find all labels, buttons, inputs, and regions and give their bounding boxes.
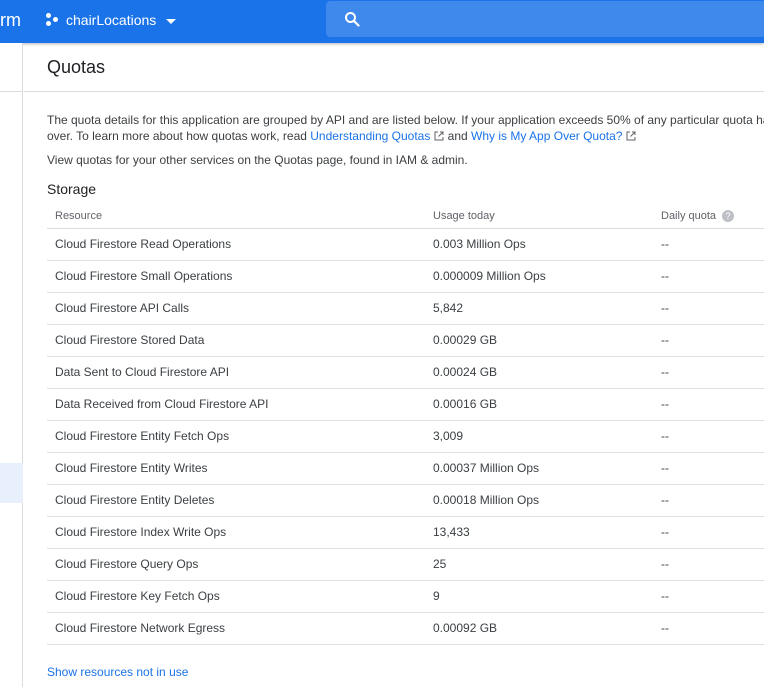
usage-cell: 25 bbox=[425, 548, 653, 581]
page-header: Quotas bbox=[24, 43, 764, 92]
usage-cell: 0.00029 GB bbox=[425, 324, 653, 357]
left-nav-rail bbox=[0, 43, 23, 687]
note-prefix: View quotas for your other services on t… bbox=[47, 153, 275, 167]
resource-cell: Cloud Firestore Entity Writes bbox=[47, 452, 425, 485]
resource-cell: Data Received from Cloud Firestore API bbox=[47, 388, 425, 421]
table-row: Cloud Firestore Network Egress 0.00092 GB… bbox=[47, 612, 764, 645]
quota-cell: -- bbox=[653, 420, 764, 453]
resource-cell: Cloud Firestore Key Fetch Ops bbox=[47, 580, 425, 613]
usage-cell: 0.00016 GB bbox=[425, 388, 653, 421]
resource-cell: Cloud Firestore Entity Fetch Ops bbox=[47, 420, 425, 453]
table-row: Cloud Firestore Stored Data 0.00029 GB -- bbox=[47, 324, 764, 357]
quota-cell: -- bbox=[653, 228, 764, 261]
external-link-icon bbox=[434, 131, 444, 141]
intro-line-1: The quota details for this application a… bbox=[47, 113, 764, 127]
header-usage-today: Usage today bbox=[425, 205, 653, 229]
table-row: Cloud Firestore Key Fetch Ops 9 -- bbox=[47, 580, 764, 613]
quota-cell: -- bbox=[653, 612, 764, 645]
usage-cell: 0.00024 GB bbox=[425, 356, 653, 389]
intro-paragraph: The quota details for this application a… bbox=[47, 112, 764, 144]
search-icon bbox=[345, 12, 360, 27]
table-row: Data Sent to Cloud Firestore API 0.00024 … bbox=[47, 356, 764, 389]
resource-cell: Data Sent to Cloud Firestore API bbox=[47, 356, 425, 389]
table-row: Cloud Firestore Small Operations 0.000009… bbox=[47, 260, 764, 293]
table-row: Cloud Firestore Entity Fetch Ops 3,009 -- bbox=[47, 420, 764, 453]
usage-cell: 0.00018 Million Ops bbox=[425, 484, 653, 517]
storage-section-title: Storage bbox=[47, 181, 97, 197]
quota-cell: -- bbox=[653, 292, 764, 325]
resource-cell: Cloud Firestore Stored Data bbox=[47, 324, 425, 357]
resource-cell: Cloud Firestore Network Egress bbox=[47, 612, 425, 645]
table-row: Cloud Firestore Query Ops 25 -- bbox=[47, 548, 764, 581]
search-bar[interactable] bbox=[326, 1, 764, 37]
quotas-page-link[interactable]: Quotas page bbox=[274, 153, 343, 167]
search-input[interactable] bbox=[368, 11, 748, 27]
quota-cell: -- bbox=[653, 484, 764, 517]
help-icon[interactable]: ? bbox=[722, 210, 735, 223]
nav-item-active[interactable] bbox=[0, 463, 23, 503]
table-row: Cloud Firestore API Calls 5,842 -- bbox=[47, 292, 764, 325]
header-daily-quota: Daily quota? bbox=[653, 205, 764, 229]
resource-cell: Cloud Firestore Entity Deletes bbox=[47, 484, 425, 517]
header-daily-quota-label: Daily quota bbox=[661, 210, 717, 223]
quota-cell: -- bbox=[653, 260, 764, 293]
show-resources-link[interactable]: Show resources not in use bbox=[47, 665, 188, 679]
storage-quota-table: Resource Usage today Daily quota? Cloud … bbox=[47, 205, 764, 645]
resource-cell: Cloud Firestore Read Operations bbox=[47, 228, 425, 261]
project-selector[interactable]: chairLocations bbox=[46, 9, 177, 31]
usage-cell: 0.003 Million Ops bbox=[425, 228, 653, 261]
quotas-page-note: View quotas for your other services on t… bbox=[47, 152, 764, 168]
quota-cell: -- bbox=[653, 516, 764, 549]
nav-divider bbox=[0, 91, 23, 92]
intro-line-2-prefix: over. To learn more about how quotas wor… bbox=[47, 129, 311, 143]
external-link-icon bbox=[626, 131, 636, 141]
understanding-quotas-link[interactable]: Understanding Quotas bbox=[310, 129, 430, 143]
quota-cell: -- bbox=[653, 388, 764, 421]
quota-cell: -- bbox=[653, 452, 764, 485]
usage-cell: 3,009 bbox=[425, 420, 653, 453]
table-row: Data Received from Cloud Firestore API 0.… bbox=[47, 388, 764, 421]
usage-cell: 5,842 bbox=[425, 292, 653, 325]
table-row: Cloud Firestore Entity Writes 0.00037 Mil… bbox=[47, 452, 764, 485]
usage-cell: 0.00092 GB bbox=[425, 612, 653, 645]
chevron-down-icon bbox=[166, 18, 177, 24]
resource-cell: Cloud Firestore Small Operations bbox=[47, 260, 425, 293]
quota-cell: -- bbox=[653, 324, 764, 357]
note-suffix: , found in IAM & admin. bbox=[342, 153, 468, 167]
quota-cell: -- bbox=[653, 356, 764, 389]
intro-line-2-mid: and bbox=[444, 129, 472, 143]
why-over-quota-link[interactable]: Why is My App Over Quota? bbox=[471, 129, 622, 143]
header-resource: Resource bbox=[47, 205, 425, 229]
quota-cell: -- bbox=[653, 580, 764, 613]
top-app-bar: rm chairLocations bbox=[0, 0, 764, 43]
project-icon bbox=[46, 13, 60, 27]
project-name: chairLocations bbox=[66, 12, 157, 28]
intro-text: The quota details for this application a… bbox=[47, 112, 764, 168]
table-row: Cloud Firestore Read Operations 0.003 Mil… bbox=[47, 228, 764, 261]
usage-cell: 13,433 bbox=[425, 516, 653, 549]
table-row: Cloud Firestore Index Write Ops 13,433 -- bbox=[47, 516, 764, 549]
usage-cell: 0.000009 Million Ops bbox=[425, 260, 653, 293]
resource-cell: Cloud Firestore API Calls bbox=[47, 292, 425, 325]
table-header-row: Resource Usage today Daily quota? bbox=[47, 205, 764, 229]
table-row: Cloud Firestore Entity Deletes 0.00018 Mi… bbox=[47, 484, 764, 517]
product-name[interactable]: rm bbox=[0, 9, 21, 31]
usage-cell: 0.00037 Million Ops bbox=[425, 452, 653, 485]
resource-cell: Cloud Firestore Query Ops bbox=[47, 548, 425, 581]
page-title: Quotas bbox=[47, 57, 106, 77]
resource-cell: Cloud Firestore Index Write Ops bbox=[47, 516, 425, 549]
usage-cell: 9 bbox=[425, 580, 653, 613]
quota-cell: -- bbox=[653, 548, 764, 581]
